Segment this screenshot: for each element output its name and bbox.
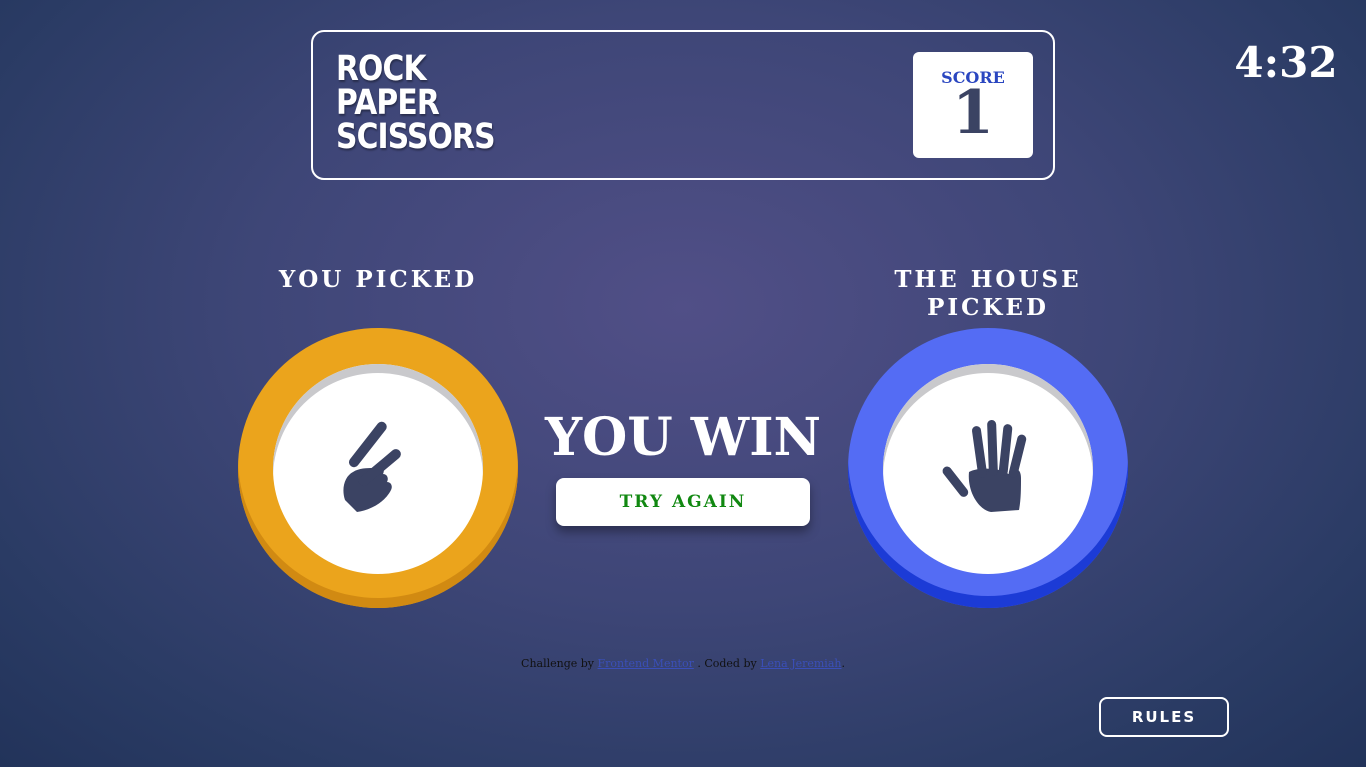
house-pick-label: THE HOUSE PICKED xyxy=(894,266,1082,321)
score-value: 1 xyxy=(952,78,994,148)
attribution-prefix: Challenge by xyxy=(521,657,595,670)
scoreboard-header: ROCK PAPER SCISSORS SCORE 1 xyxy=(311,30,1055,180)
countdown-timer: 4:32 xyxy=(1234,38,1338,87)
attribution: Challenge by Frontend Mentor . Coded by … xyxy=(400,657,966,670)
frontend-mentor-link[interactable]: Frontend Mentor xyxy=(598,657,694,670)
title-line-paper: PAPER xyxy=(336,83,440,123)
player-choice-face xyxy=(273,364,483,574)
attribution-middle: . Coded by xyxy=(697,657,757,670)
scissors-icon xyxy=(343,421,401,512)
author-link[interactable]: Lena Jeremiah xyxy=(760,657,841,670)
result-text: YOU WIN xyxy=(544,407,822,468)
house-choice-token xyxy=(848,328,1128,608)
player-choice-token xyxy=(238,328,518,608)
try-again-button[interactable]: TRY AGAIN xyxy=(556,478,810,526)
title-line-rock: ROCK xyxy=(336,49,427,89)
player-pick-label: YOU PICKED xyxy=(278,266,478,293)
score-box: SCORE 1 xyxy=(913,52,1033,158)
game-title: ROCK PAPER SCISSORS xyxy=(336,49,496,157)
title-line-scissors: SCISSORS xyxy=(336,117,496,157)
attribution-suffix: . xyxy=(841,657,845,670)
house-choice-face xyxy=(883,364,1093,574)
rules-button[interactable]: RULES xyxy=(1099,697,1229,737)
paper-icon xyxy=(942,419,1027,512)
